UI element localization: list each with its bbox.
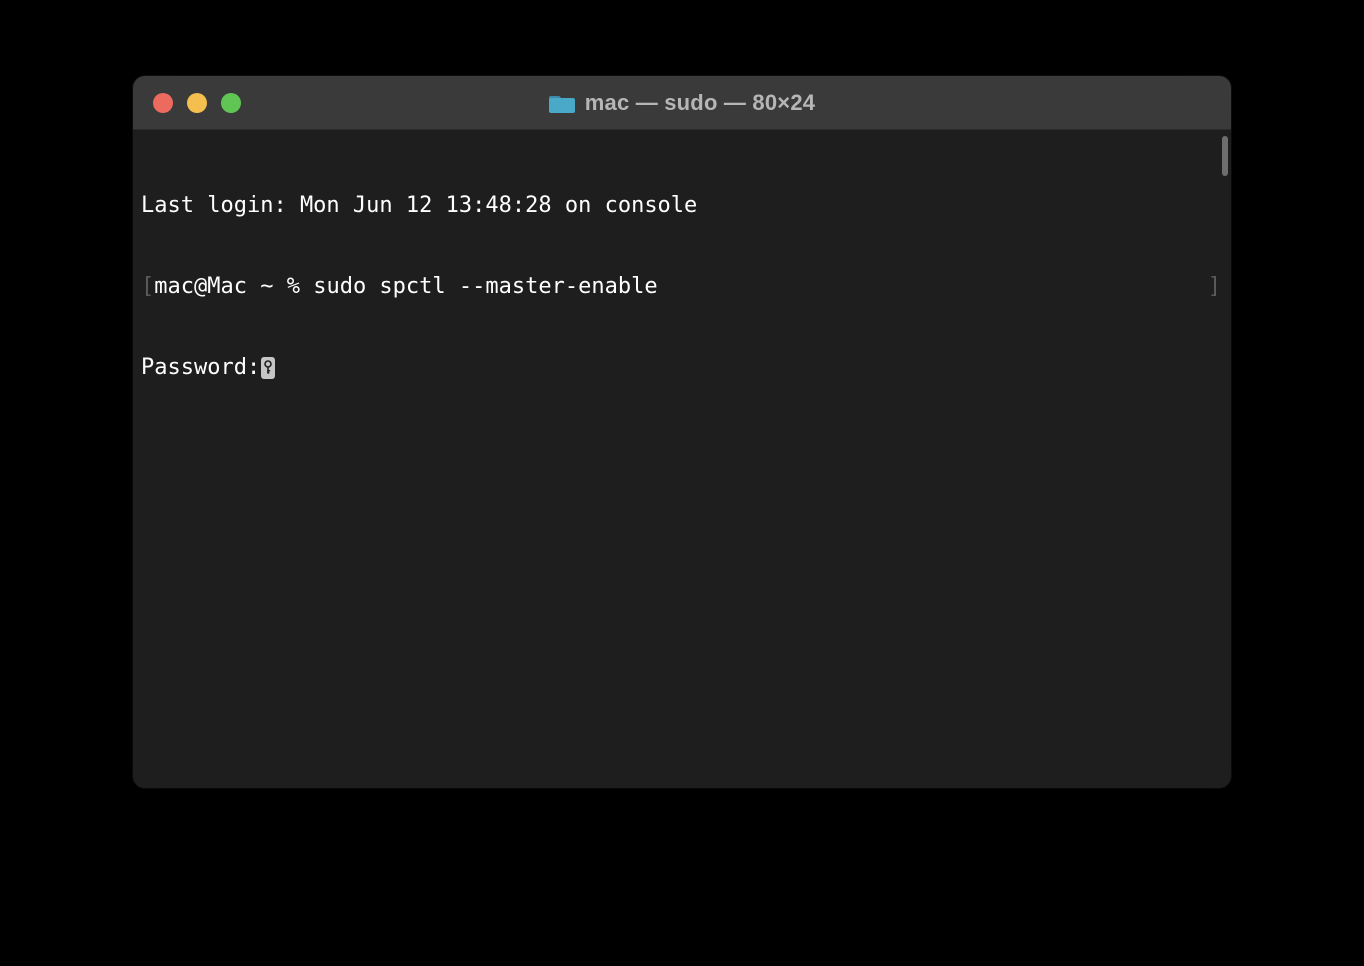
shell-prompt: mac@Mac ~ % bbox=[154, 274, 313, 299]
traffic-lights bbox=[133, 93, 241, 113]
last-login-line: Last login: Mon Jun 12 13:48:28 on conso… bbox=[141, 192, 1225, 219]
window-title: mac — sudo — 80×24 bbox=[585, 90, 815, 116]
prompt-open-bracket: [ bbox=[141, 274, 154, 299]
minimize-button[interactable] bbox=[187, 93, 207, 113]
terminal-window: mac — sudo — 80×24 Last login: Mon Jun 1… bbox=[133, 76, 1231, 788]
close-button[interactable] bbox=[153, 93, 173, 113]
scrollbar-thumb[interactable] bbox=[1222, 136, 1228, 176]
password-line: Password: bbox=[141, 354, 1225, 381]
password-label: Password: bbox=[141, 355, 260, 380]
command-text: sudo spctl --master-enable bbox=[313, 274, 657, 299]
terminal-body[interactable]: Last login: Mon Jun 12 13:48:28 on conso… bbox=[133, 130, 1231, 788]
prompt-close-bracket: ] bbox=[1208, 273, 1225, 300]
zoom-button[interactable] bbox=[221, 93, 241, 113]
prompt-line: [mac@Mac ~ % sudo spctl --master-enable] bbox=[141, 273, 1225, 300]
folder-icon bbox=[549, 92, 575, 114]
title-center: mac — sudo — 80×24 bbox=[133, 90, 1231, 116]
title-bar[interactable]: mac — sudo — 80×24 bbox=[133, 76, 1231, 130]
key-icon bbox=[261, 357, 275, 379]
